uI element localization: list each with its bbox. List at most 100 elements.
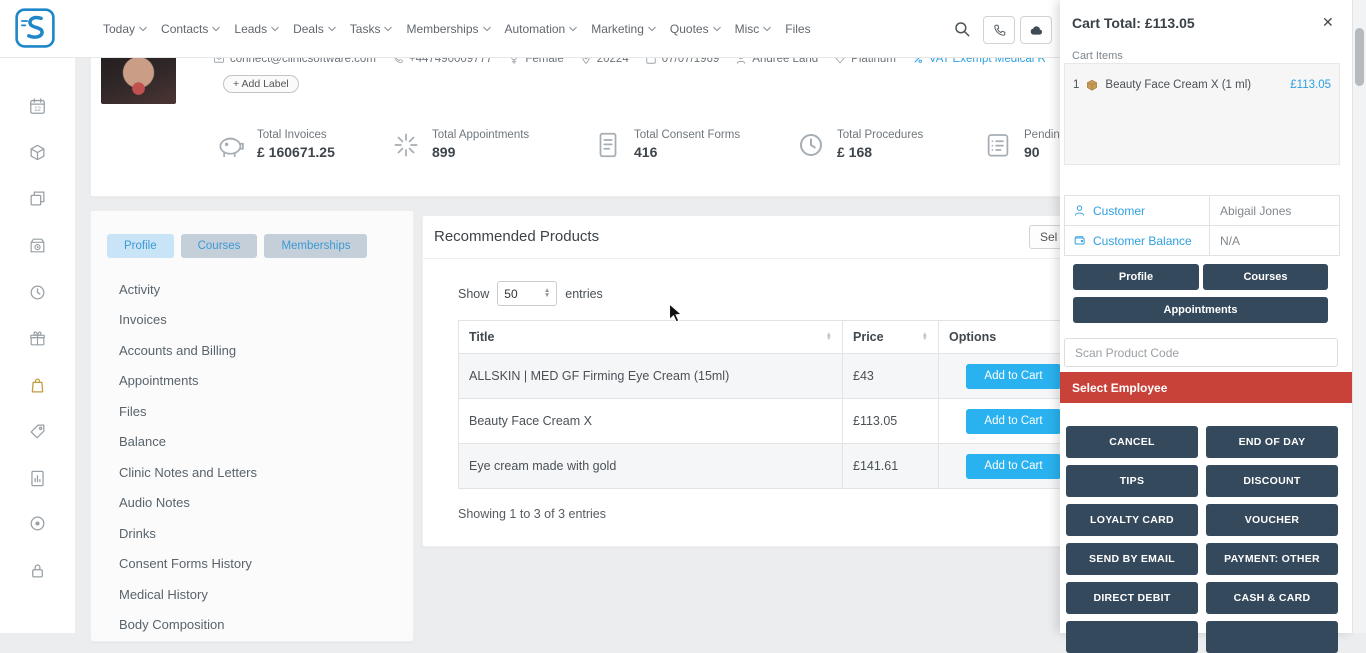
list-icon bbox=[983, 130, 1013, 160]
header-label: Options bbox=[949, 330, 996, 344]
cart-action-button[interactable] bbox=[1066, 621, 1198, 653]
loyalty-card-button[interactable]: LOYALTY CARD bbox=[1066, 504, 1198, 536]
nav-item-contacts[interactable]: Contacts bbox=[161, 22, 220, 36]
nav-label: Today bbox=[103, 22, 135, 36]
entries-select[interactable]: 50 ▲▼ bbox=[497, 281, 557, 306]
tab-memberships[interactable]: Memberships bbox=[264, 234, 367, 258]
clock-icon bbox=[796, 130, 826, 160]
search-icon[interactable] bbox=[953, 20, 971, 38]
entries-control: Show 50 ▲▼ entries bbox=[458, 281, 603, 306]
menu-item-appointments[interactable]: Appointments bbox=[119, 366, 257, 397]
nav-label: Marketing bbox=[591, 22, 644, 36]
nav-item-today[interactable]: Today bbox=[103, 22, 147, 36]
box-clock-icon[interactable] bbox=[28, 236, 47, 255]
menu-item-consent-forms-history[interactable]: Consent Forms History bbox=[119, 549, 257, 580]
nav-item-files[interactable]: Files bbox=[785, 22, 810, 36]
cash-and-card-button[interactable]: CASH & CARD bbox=[1206, 582, 1338, 614]
chevron-down-icon bbox=[648, 26, 656, 32]
product-title-cell: Beauty Face Cream X bbox=[459, 399, 843, 444]
phone-button[interactable] bbox=[983, 16, 1015, 44]
lock-icon[interactable] bbox=[28, 561, 47, 580]
cart-action-button[interactable] bbox=[1206, 621, 1338, 653]
nav-label: Contacts bbox=[161, 22, 208, 36]
cart-courses-button[interactable]: Courses bbox=[1203, 264, 1328, 290]
scrollbar-thumb[interactable] bbox=[1355, 28, 1364, 86]
calendar-icon[interactable] bbox=[28, 97, 47, 116]
history-icon[interactable] bbox=[28, 283, 47, 302]
copy-icon[interactable] bbox=[28, 189, 47, 208]
add-label-button[interactable]: + Add Label bbox=[223, 75, 299, 93]
tips-button[interactable]: TIPS bbox=[1066, 465, 1198, 497]
voucher-button[interactable]: VOUCHER bbox=[1206, 504, 1338, 536]
tag-icon[interactable] bbox=[28, 422, 47, 441]
customer-label-cell[interactable]: Customer bbox=[1065, 196, 1210, 225]
direct-debit-button[interactable]: DIRECT DEBIT bbox=[1066, 582, 1198, 614]
cube-icon[interactable] bbox=[28, 143, 47, 162]
entries-label: entries bbox=[565, 287, 603, 301]
record-icon[interactable] bbox=[28, 514, 47, 533]
nav-label: Deals bbox=[293, 22, 324, 36]
menu-item-balance[interactable]: Balance bbox=[119, 427, 257, 458]
nav-item-misc[interactable]: Misc bbox=[735, 22, 772, 36]
nav-item-quotes[interactable]: Quotes bbox=[670, 22, 721, 36]
send-by-email-button[interactable]: SEND BY EMAIL bbox=[1066, 543, 1198, 575]
nav-label: Files bbox=[785, 22, 810, 36]
report-icon[interactable] bbox=[28, 469, 47, 488]
nav-item-automation[interactable]: Automation bbox=[505, 22, 578, 36]
stat-label: Total Consent Forms bbox=[634, 129, 740, 141]
balance-icon bbox=[1073, 234, 1086, 247]
product-title-cell: Eye cream made with gold bbox=[459, 444, 843, 489]
fireworks-icon bbox=[391, 130, 421, 160]
nav-label: Leads bbox=[234, 22, 267, 36]
customer-balance-value: N/A bbox=[1210, 226, 1339, 255]
menu-item-medical-history[interactable]: Medical History bbox=[119, 579, 257, 610]
menu-item-invoices[interactable]: Invoices bbox=[119, 305, 257, 336]
chevron-down-icon bbox=[212, 26, 220, 32]
nav-item-deals[interactable]: Deals bbox=[293, 22, 336, 36]
add-to-cart-button[interactable]: Add to Cart bbox=[966, 409, 1061, 434]
nav-item-tasks[interactable]: Tasks bbox=[350, 22, 393, 36]
nav-item-leads[interactable]: Leads bbox=[234, 22, 279, 36]
shopping-bag-icon[interactable] bbox=[28, 376, 47, 395]
package-icon bbox=[1085, 78, 1099, 92]
stat-value: £ 160671.25 bbox=[257, 144, 335, 160]
cloud-button[interactable] bbox=[1020, 16, 1052, 44]
menu-item-clinic-notes[interactable]: Clinic Notes and Letters bbox=[119, 457, 257, 488]
customer-row: Customer Abigail Jones bbox=[1065, 196, 1339, 226]
stat-pending: Pending 90 bbox=[983, 129, 1066, 160]
menu-item-body-composition[interactable]: Body Composition bbox=[119, 610, 257, 641]
payment-other-button[interactable]: PAYMENT: OTHER bbox=[1206, 543, 1338, 575]
customer-balance-label-cell[interactable]: Customer Balance bbox=[1065, 226, 1210, 255]
add-to-cart-button[interactable]: Add to Cart bbox=[966, 454, 1061, 479]
cart-profile-button[interactable]: Profile bbox=[1073, 264, 1199, 290]
cart-appointments-button[interactable]: Appointments bbox=[1073, 297, 1328, 323]
tab-profile[interactable]: Profile bbox=[107, 234, 174, 258]
scan-product-code-input[interactable] bbox=[1064, 338, 1338, 367]
clinicsoftware-logo[interactable] bbox=[14, 7, 56, 49]
discount-button[interactable]: DISCOUNT bbox=[1206, 465, 1338, 497]
profile-side-menu: Profile Courses Memberships Activity Inv… bbox=[90, 210, 414, 642]
menu-item-files[interactable]: Files bbox=[119, 396, 257, 427]
stat-value: 899 bbox=[432, 144, 529, 160]
tab-courses[interactable]: Courses bbox=[181, 234, 258, 258]
show-label: Show bbox=[458, 287, 489, 301]
menu-item-audio-notes[interactable]: Audio Notes bbox=[119, 488, 257, 519]
nav-item-memberships[interactable]: Memberships bbox=[406, 22, 490, 36]
panel-title: Recommended Products bbox=[434, 228, 599, 245]
nav-label: Tasks bbox=[350, 22, 381, 36]
nav-label: Misc bbox=[735, 22, 760, 36]
column-header-title[interactable]: Title▲▼ bbox=[459, 321, 843, 354]
menu-item-activity[interactable]: Activity bbox=[119, 274, 257, 305]
end-of-day-button[interactable]: END OF DAY bbox=[1206, 426, 1338, 458]
select-employee-button[interactable]: Select Employee bbox=[1060, 372, 1352, 403]
nav-item-marketing[interactable]: Marketing bbox=[591, 22, 656, 36]
close-icon[interactable]: ✕ bbox=[1316, 11, 1338, 33]
column-header-price[interactable]: Price▲▼ bbox=[843, 321, 939, 354]
menu-item-drinks[interactable]: Drinks bbox=[119, 518, 257, 549]
scrollbar-track[interactable] bbox=[1352, 0, 1366, 633]
add-to-cart-button[interactable]: Add to Cart bbox=[966, 364, 1061, 389]
gift-icon[interactable] bbox=[28, 329, 47, 348]
phone-icon bbox=[992, 23, 1007, 38]
cancel-button[interactable]: CANCEL bbox=[1066, 426, 1198, 458]
menu-item-accounts-and-billing[interactable]: Accounts and Billing bbox=[119, 335, 257, 366]
